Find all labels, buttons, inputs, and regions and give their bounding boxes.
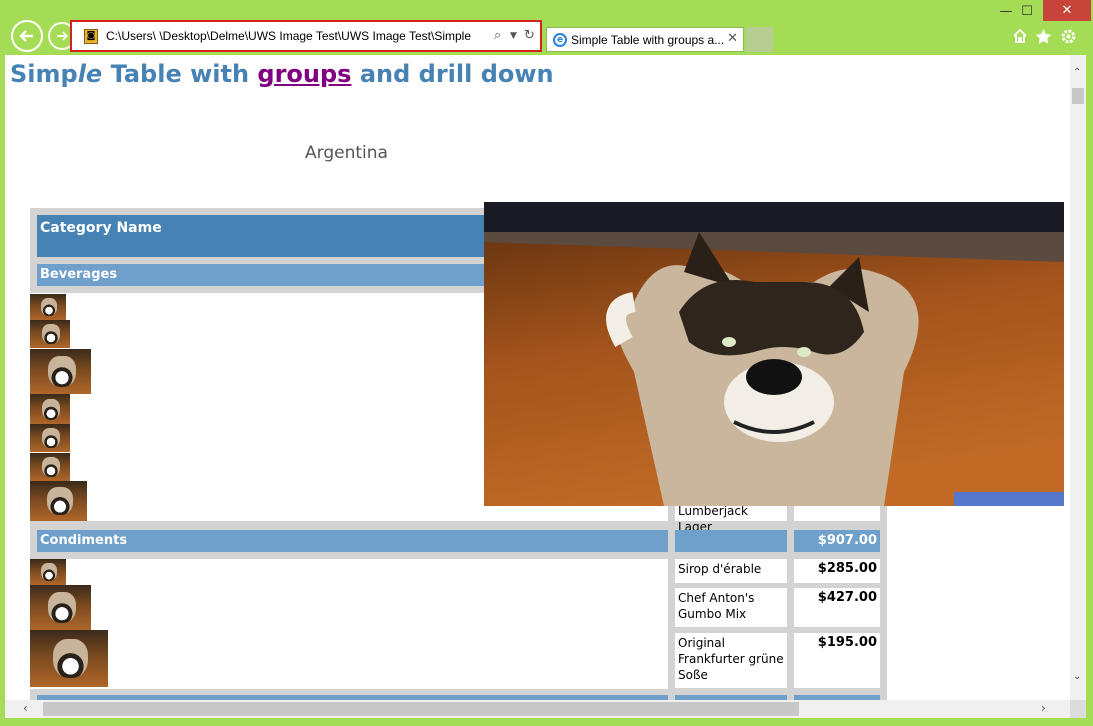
browser-window: — ☐ ✕ ◙ C:\Users\ \Desktop\Delme\UWS Ima… bbox=[0, 0, 1093, 726]
horizontal-scrollbar[interactable]: ‹ › bbox=[5, 700, 1086, 718]
address-text[interactable]: C:\Users\ \Desktop\Delme\UWS Image Test\… bbox=[106, 29, 471, 43]
dog-thumbnail bbox=[30, 394, 70, 424]
dog-photo-popup bbox=[484, 202, 1064, 506]
vertical-scrollbar[interactable]: ⌃ ⌄ bbox=[1070, 55, 1086, 700]
scroll-left-icon[interactable]: ‹ bbox=[23, 701, 28, 715]
dog-thumbnail bbox=[30, 630, 108, 687]
product-name: Chef Anton's Gumbo Mix bbox=[675, 588, 787, 627]
home-icon[interactable] bbox=[1012, 28, 1028, 49]
page-title: Simple Table with groups and drill down bbox=[10, 60, 554, 88]
scroll-down-icon[interactable]: ⌄ bbox=[1073, 671, 1081, 682]
horizontal-scroll-thumb[interactable] bbox=[43, 702, 799, 716]
address-bar[interactable]: ◙ C:\Users\ \Desktop\Delme\UWS Image Tes… bbox=[70, 20, 542, 52]
product-name: Sirop d'érable bbox=[675, 559, 787, 583]
group-condiments-blank bbox=[675, 530, 787, 552]
condiments-image-cell bbox=[30, 559, 668, 689]
dog-thumbnail bbox=[30, 481, 87, 521]
product-price: $285.00 bbox=[794, 559, 880, 583]
close-tab-icon[interactable]: ✕ bbox=[727, 31, 738, 46]
back-arrow-icon[interactable] bbox=[11, 20, 43, 52]
search-icon[interactable]: ⌕ bbox=[494, 28, 501, 43]
dog-thumbnail bbox=[30, 320, 70, 348]
tab-title: Simple Table with groups a... bbox=[571, 33, 725, 47]
product-price: $427.00 bbox=[794, 588, 880, 627]
dog-thumbnail bbox=[30, 453, 70, 481]
tab-simple-table[interactable]: e Simple Table with groups a... ✕ bbox=[546, 27, 744, 52]
maximize-button[interactable]: ☐ bbox=[1007, 0, 1047, 22]
refresh-icon[interactable]: ↻ bbox=[524, 28, 535, 43]
settings-gear-icon[interactable] bbox=[1060, 28, 1077, 50]
close-window-button[interactable]: ✕ bbox=[1043, 0, 1091, 21]
scroll-corner bbox=[1070, 700, 1086, 718]
dog-thumbnail bbox=[30, 294, 66, 320]
dog-thumbnail bbox=[30, 559, 66, 585]
group-condiments[interactable]: Condiments bbox=[37, 530, 668, 552]
dog-thumbnail bbox=[30, 424, 70, 452]
new-tab-button[interactable] bbox=[746, 27, 773, 52]
group-condiments-total: $907.00 bbox=[794, 530, 880, 552]
scroll-up-icon[interactable]: ⌃ bbox=[1073, 67, 1081, 78]
dog-thumbnail bbox=[30, 585, 91, 630]
page-favicon-icon: ◙ bbox=[84, 29, 98, 44]
ie-icon: e bbox=[553, 33, 567, 47]
dropdown-icon[interactable]: ▼ bbox=[510, 31, 517, 41]
scroll-right-icon[interactable]: › bbox=[1041, 701, 1046, 715]
product-price: $195.00 bbox=[794, 633, 880, 688]
country-heading: Argentina bbox=[305, 143, 388, 163]
product-name: Original Frankfurter grüne Soße bbox=[675, 633, 787, 688]
groups-link[interactable]: groups bbox=[257, 60, 351, 88]
favorites-star-icon[interactable] bbox=[1035, 28, 1052, 50]
dog-thumbnail bbox=[30, 349, 91, 394]
vertical-scroll-thumb[interactable] bbox=[1072, 88, 1084, 104]
